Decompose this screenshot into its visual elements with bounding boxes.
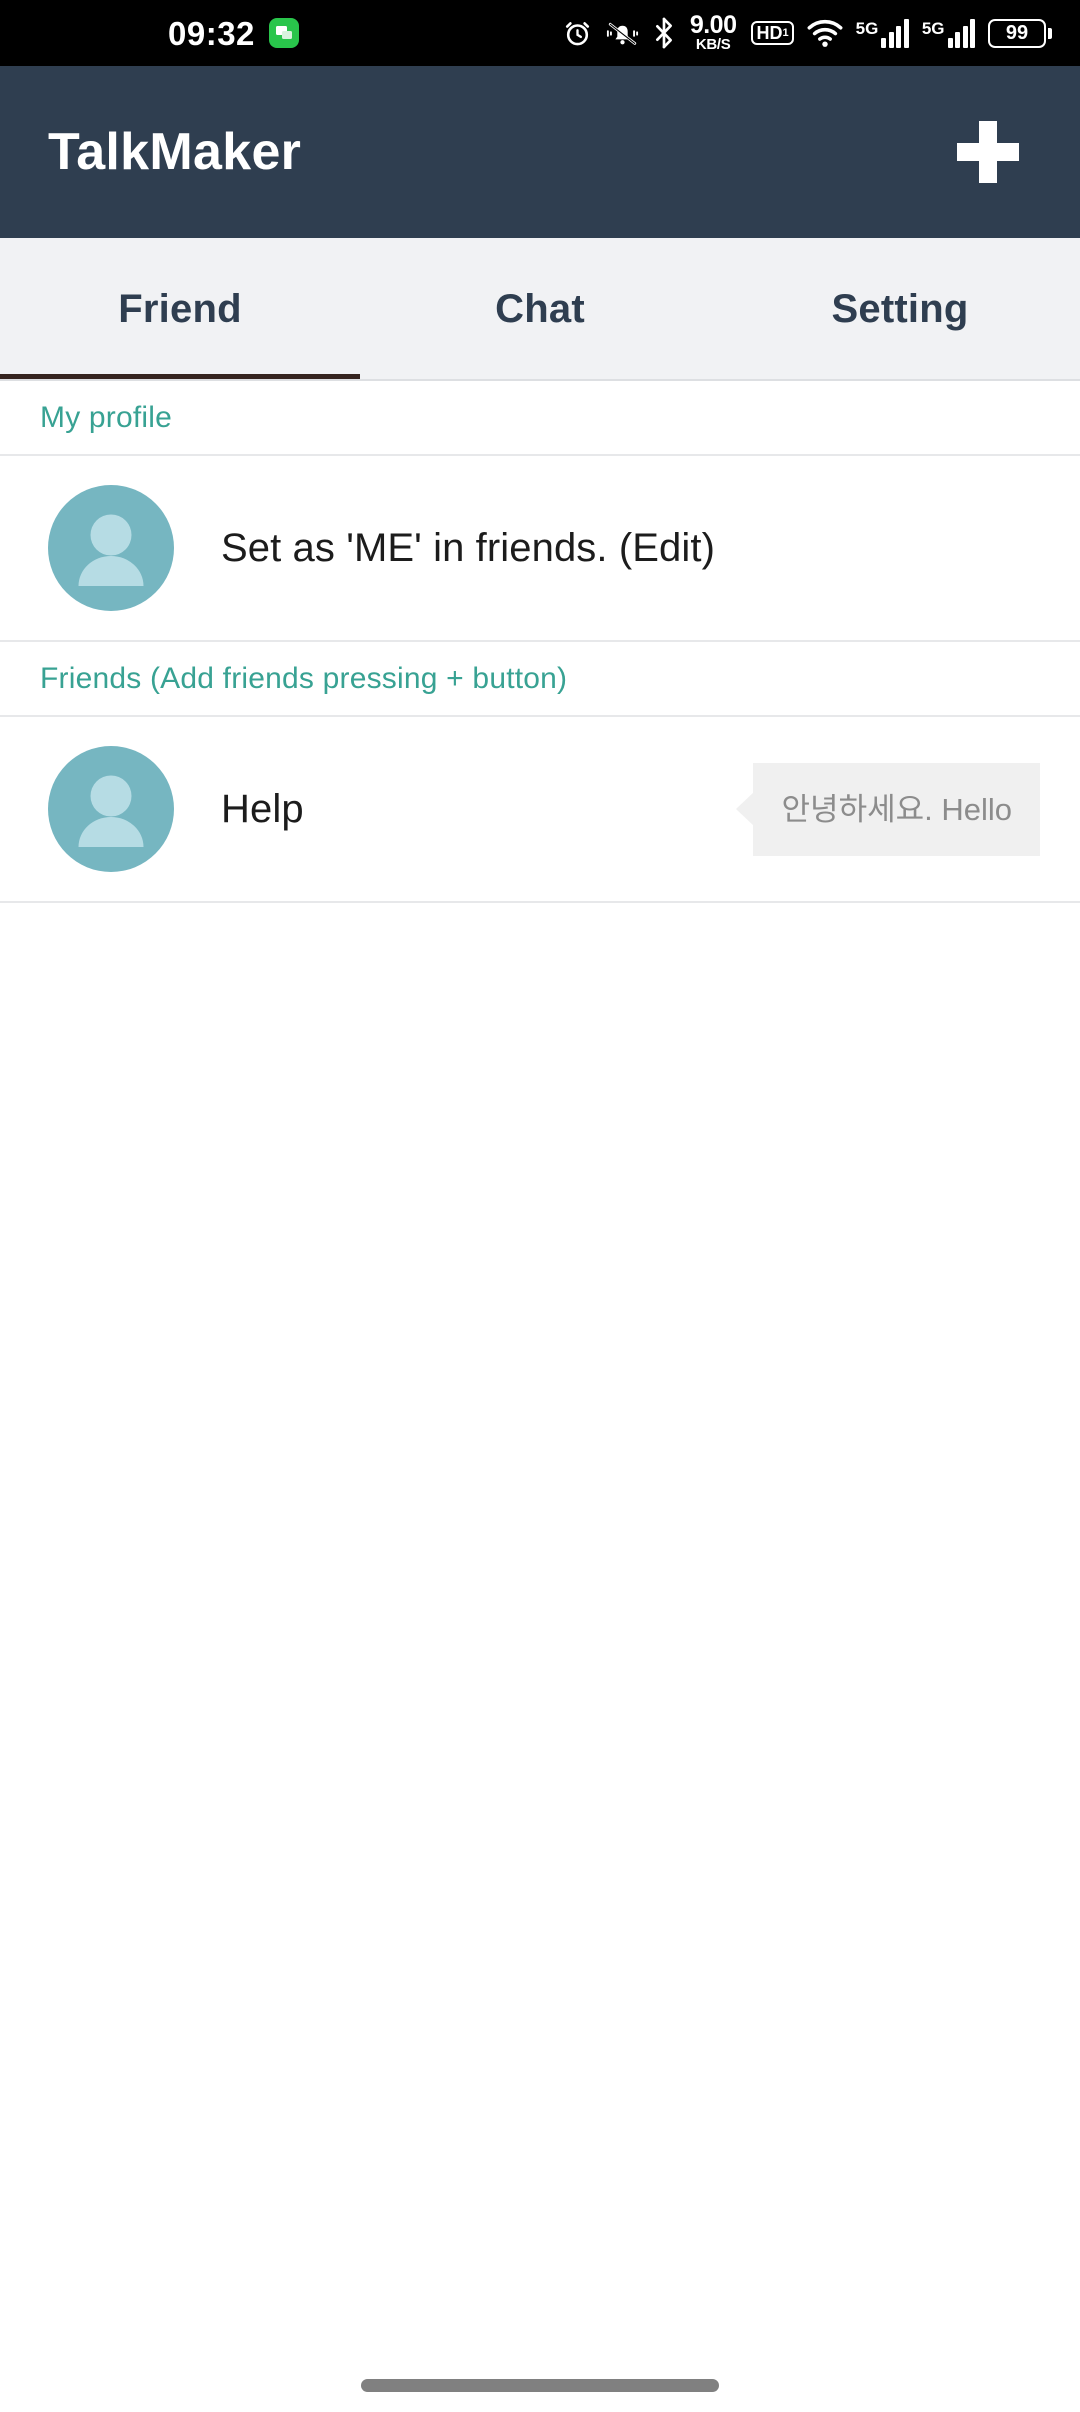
sim2-signal-indicator: 5G <box>922 18 975 48</box>
status-message-text: 안녕하세요. Hello <box>752 762 1040 856</box>
battery-nub <box>1048 27 1052 39</box>
tab-bar: Friend Chat Setting <box>0 238 1080 381</box>
hd-badge-sup: 1 <box>782 26 789 39</box>
section-header-friends: Friends (Add friends pressing + button) <box>0 642 1080 717</box>
tab-chat[interactable]: Chat <box>360 238 720 381</box>
app-bar: TalkMaker <box>0 66 1080 238</box>
section-header-friends-label: Friends (Add friends pressing + button) <box>40 661 568 695</box>
network-speed-value: 9.00 <box>689 11 737 39</box>
sim1-signal-bars <box>881 18 909 48</box>
status-bar: 09:32 9.00 KB/S HD 1 5G 5G 99 <box>0 0 1080 66</box>
status-bar-left: 09:32 <box>168 17 299 50</box>
avatar <box>48 485 174 611</box>
status-bar-clock: 09:32 <box>168 14 255 52</box>
status-bar-right: 9.00 KB/S HD 1 5G 5G 99 <box>562 11 1052 53</box>
tab-friend-label: Friend <box>118 287 242 331</box>
home-indicator[interactable] <box>361 2379 719 2392</box>
app-screen: 09:32 9.00 KB/S HD 1 5G 5G 99 TalkMaker … <box>0 0 1080 2412</box>
list-item-label: Set as 'ME' in friends. (Edit) <box>221 525 715 570</box>
tab-setting-label: Setting <box>831 287 969 331</box>
status-message-bubble: 안녕하세요. Hello <box>752 762 1040 856</box>
friend-list: My profile Set as 'ME' in friends. (Edit… <box>0 381 1080 2412</box>
sim2-signal-bars <box>947 18 975 48</box>
system-nav-bar <box>0 2363 1080 2412</box>
section-header-my-profile-label: My profile <box>40 400 173 434</box>
list-item-help[interactable]: Help 안녕하세요. Hello <box>0 717 1080 903</box>
wifi-icon <box>807 18 843 48</box>
section-header-my-profile: My profile <box>0 381 1080 456</box>
bluetooth-icon <box>652 17 676 49</box>
network-speed-indicator: 9.00 KB/S <box>689 11 737 53</box>
bell-muted-icon <box>606 18 639 49</box>
hd-badge-text: HD <box>756 23 783 43</box>
list-item-my-profile[interactable]: Set as 'ME' in friends. (Edit) <box>0 456 1080 642</box>
plus-icon <box>957 121 1019 183</box>
tab-friend[interactable]: Friend <box>0 238 360 381</box>
sim1-signal-indicator: 5G <box>856 18 909 48</box>
sim1-network-type: 5G <box>855 19 879 38</box>
add-friend-button[interactable] <box>942 106 1034 198</box>
list-item-label: Help <box>221 786 304 831</box>
battery-shell: 99 <box>988 18 1046 48</box>
sim2-network-type: 5G <box>921 19 945 38</box>
alarm-clock-icon <box>562 18 593 49</box>
battery-icon: 99 <box>988 18 1052 48</box>
message-icon <box>268 18 299 48</box>
hd-voice-icon: HD 1 <box>750 21 794 45</box>
tab-setting[interactable]: Setting <box>720 238 1080 381</box>
network-speed-unit: KB/S <box>695 35 731 53</box>
battery-level: 99 <box>1005 22 1029 44</box>
avatar <box>48 746 174 872</box>
page-title: TalkMaker <box>48 123 302 181</box>
tab-chat-label: Chat <box>495 287 585 331</box>
